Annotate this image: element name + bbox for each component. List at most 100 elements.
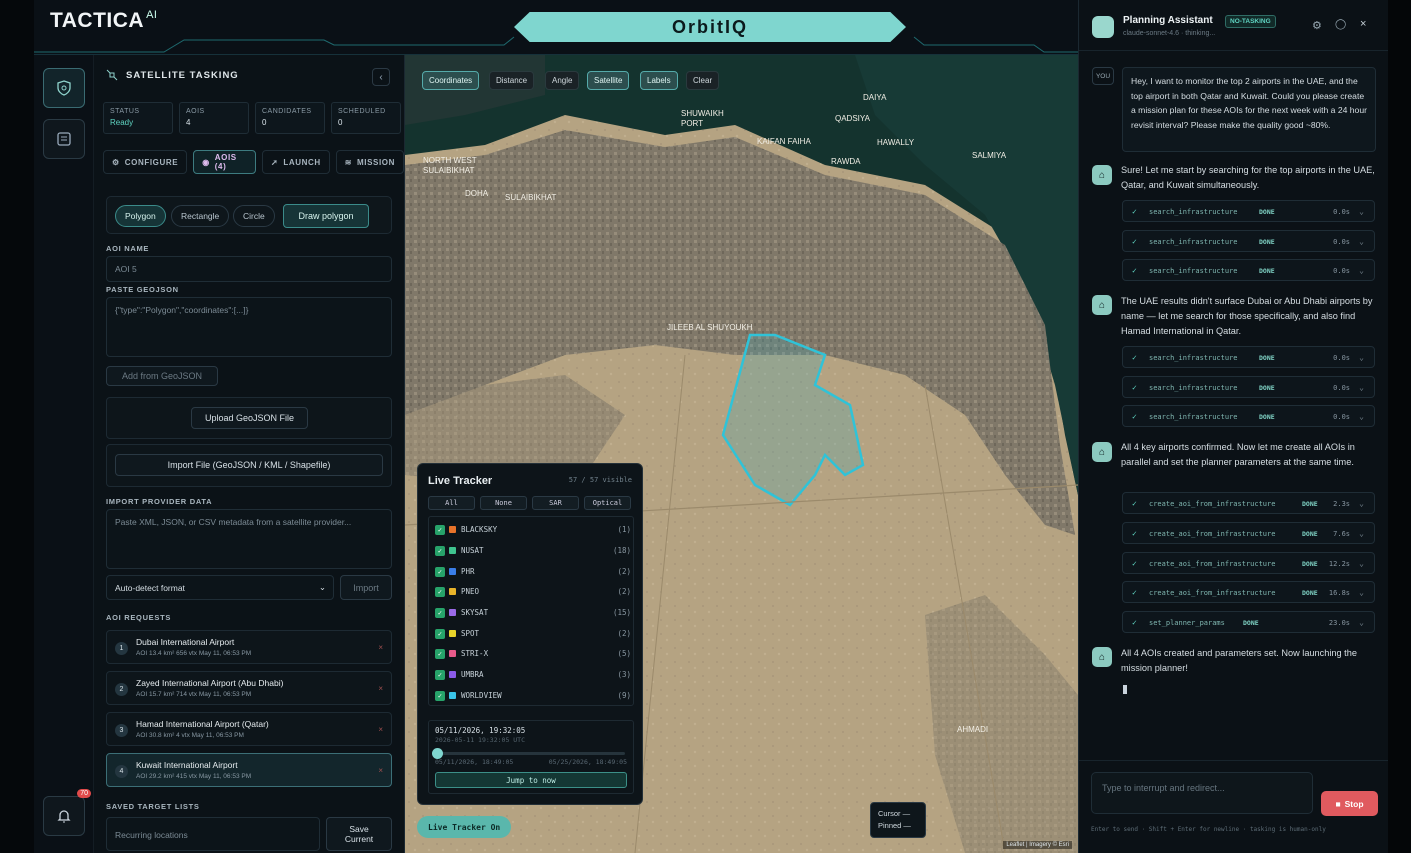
tool-call-row[interactable]: ✓ create_aoi_from_infrastructure DONE 2.3s ⌄ <box>1122 492 1375 514</box>
tool-labels[interactable]: Labels <box>640 71 678 90</box>
filter-all-button[interactable]: All <box>428 496 475 510</box>
saved-lists-input[interactable]: Recurring locations <box>106 817 320 851</box>
remove-aoi-icon[interactable]: × <box>378 684 383 693</box>
provider-list: ✓ BLACKSKY (1) ✓ NUSAT (18) ✓ PHR (2) ✓ PNEO (2)… <box>428 516 634 706</box>
aoi-request-item[interactable]: 3 Hamad International Airport (Qatar) AO… <box>106 712 392 746</box>
tool-coordinates[interactable]: Coordinates <box>422 71 480 90</box>
shield-icon <box>57 80 71 96</box>
input-hint: Enter to send · Shift + Enter for newlin… <box>1091 826 1326 833</box>
time-scrubber: 05/11/2026, 19:32:05 2026-05-11 19:32:05… <box>428 720 634 794</box>
tab-configure[interactable]: ⚙ CONFIGURE <box>103 150 188 174</box>
tool-distance[interactable]: Distance <box>489 71 535 90</box>
checkbox-icon[interactable]: ✓ <box>435 587 445 597</box>
checkbox-icon[interactable]: ✓ <box>435 649 445 659</box>
chat-input[interactable]: Type to interrupt and redirect... <box>1091 772 1313 814</box>
aoi-name: Dubai International Airport <box>136 637 235 647</box>
robot-icon: ⌂ <box>1098 299 1106 311</box>
filter-none-button[interactable]: None <box>480 496 527 510</box>
draw-polygon-button[interactable]: Draw polygon <box>283 204 369 228</box>
provider-color-swatch <box>449 630 456 637</box>
checkbox-icon[interactable]: ✓ <box>435 608 445 618</box>
filter-sar-button[interactable]: SAR <box>532 496 579 510</box>
provider-textarea[interactable]: Paste XML, JSON, or CSV metadata from a … <box>106 509 392 569</box>
upload-geojson-button[interactable]: Upload GeoJSON File <box>191 407 308 429</box>
aoi-number: 3 <box>115 724 128 737</box>
chat-bubble-icon[interactable]: ◯ <box>1335 19 1346 30</box>
typing-cursor <box>1123 685 1127 694</box>
satellite-icon <box>106 69 118 81</box>
tab-aois[interactable]: ◉ AOIS (4) <box>193 150 257 174</box>
check-icon: ✓ <box>1132 588 1137 597</box>
remove-aoi-icon[interactable]: × <box>378 643 383 652</box>
import-file-button[interactable]: Import File (GeoJSON / KML / Shapefile) <box>115 454 383 476</box>
checkbox-icon[interactable]: ✓ <box>435 567 445 577</box>
check-icon: ✓ <box>1132 412 1137 421</box>
provider-row[interactable]: ✓ NUSAT (18) <box>435 544 631 558</box>
checkbox-icon[interactable]: ✓ <box>435 670 445 680</box>
filter-optical-button[interactable]: Optical <box>584 496 631 510</box>
satellite-map[interactable]: Coordinates Distance Angle Satellite Lab… <box>405 55 1078 853</box>
tool-call-row[interactable]: ✓ create_aoi_from_infrastructure DONE 16.8s… <box>1122 581 1375 603</box>
assistant-message: All 4 key airports confirmed. Now let me… <box>1121 442 1355 467</box>
tool-call-row[interactable]: ✓ create_aoi_from_infrastructure DONE 7.6s ⌄ <box>1122 522 1375 544</box>
live-tracker-toggle[interactable]: Live Tracker On <box>417 816 512 838</box>
tool-clear[interactable]: Clear <box>686 71 720 90</box>
tab-launch[interactable]: ➚ LAUNCH <box>262 150 330 174</box>
checkbox-icon[interactable]: ✓ <box>435 629 445 639</box>
chevron-down-icon: ⌄ <box>1359 529 1364 538</box>
panel-title: SATELLITE TASKING <box>126 69 239 81</box>
provider-row[interactable]: ✓ STRI-X (5) <box>435 647 631 661</box>
provider-color-swatch <box>449 650 456 657</box>
geojson-textarea[interactable]: {"type":"Polygon","coordinates":[...]} <box>106 297 392 357</box>
remove-aoi-icon[interactable]: × <box>378 725 383 734</box>
aoi-number: 4 <box>115 765 128 778</box>
checkbox-icon[interactable]: ✓ <box>435 691 445 701</box>
tool-satellite[interactable]: Satellite <box>587 71 630 90</box>
aoi-name-input[interactable]: AOI 5 <box>106 256 392 282</box>
import-button[interactable]: Import <box>340 575 392 600</box>
provider-row[interactable]: ✓ PNEO (2) <box>435 585 631 599</box>
tab-mission[interactable]: ≋ MISSION <box>335 150 404 174</box>
shield-nav-button[interactable] <box>43 68 85 108</box>
provider-row[interactable]: ✓ SKYSAT (15) <box>435 606 631 620</box>
tool-call-row[interactable]: ✓ search_infrastructure DONE 0.0s ⌄ <box>1122 200 1375 222</box>
remove-aoi-icon[interactable]: × <box>378 766 383 775</box>
save-current-button[interactable]: Save Current <box>326 817 392 851</box>
tool-call-row[interactable]: ✓ create_aoi_from_infrastructure DONE 12.2s… <box>1122 552 1375 574</box>
stop-button[interactable]: ■ Stop <box>1321 791 1378 816</box>
tool-call-row[interactable]: ✓ search_infrastructure DONE 0.0s ⌄ <box>1122 259 1375 281</box>
add-from-geojson-button[interactable]: Add from GeoJSON <box>106 366 218 386</box>
tool-call-row[interactable]: ✓ search_infrastructure DONE 0.0s ⌄ <box>1122 346 1375 368</box>
shape-rectangle-button[interactable]: Rectangle <box>171 205 230 227</box>
tool-call-row[interactable]: ✓ search_infrastructure DONE 0.0s ⌄ <box>1122 376 1375 398</box>
aoi-request-item[interactable]: 1 Dubai International Airport AOI 13.4 k… <box>106 630 392 664</box>
collapse-panel-button[interactable]: ‹ <box>372 68 390 86</box>
notifications-button[interactable]: 70 <box>43 789 91 836</box>
provider-row[interactable]: ✓ PHR (2) <box>435 565 631 579</box>
jump-to-now-button[interactable]: Jump to now <box>435 772 627 788</box>
tool-call-row[interactable]: ✓ search_infrastructure DONE 0.0s ⌄ <box>1122 230 1375 252</box>
aoi-request-item[interactable]: 2 Zayed International Airport (Abu Dhabi… <box>106 671 392 705</box>
aoi-request-item[interactable]: 4 Kuwait International Airport AOI 29.2 … <box>106 753 392 787</box>
time-slider-track[interactable] <box>435 752 625 755</box>
tool-angle[interactable]: Angle <box>545 71 580 90</box>
provider-row[interactable]: ✓ UMBRA (3) <box>435 668 631 682</box>
checkbox-icon[interactable]: ✓ <box>435 546 445 556</box>
stat-scheduled: SCHEDULED 0 <box>331 102 401 134</box>
settings-icon[interactable]: ⚙ <box>1312 19 1322 32</box>
close-icon[interactable]: × <box>1360 18 1366 30</box>
aoi-meta: AOI 29.2 km² 415 vtx May 11, 06:53 PM <box>136 773 252 780</box>
chevron-down-icon: ⌄ <box>1359 353 1364 362</box>
tool-call-row[interactable]: ✓ search_infrastructure DONE 0.0s ⌄ <box>1122 405 1375 427</box>
shape-circle-button[interactable]: Circle <box>233 205 275 227</box>
document-nav-button[interactable] <box>43 119 85 159</box>
tool-call-row[interactable]: ✓ set_planner_params DONE 23.0s ⌄ <box>1122 611 1375 633</box>
provider-row[interactable]: ✓ BLACKSKY (1) <box>435 523 631 537</box>
checkbox-icon[interactable]: ✓ <box>435 525 445 535</box>
shape-polygon-button[interactable]: Polygon <box>115 205 166 227</box>
format-select[interactable]: Auto-detect format ⌄ <box>106 575 334 600</box>
provider-row[interactable]: ✓ WORLDVIEW (9) <box>435 689 631 703</box>
provider-row[interactable]: ✓ SPOT (2) <box>435 627 631 641</box>
assistant-message: The UAE results didn't surface Dubai or … <box>1121 296 1373 336</box>
provider-color-swatch <box>449 568 456 575</box>
